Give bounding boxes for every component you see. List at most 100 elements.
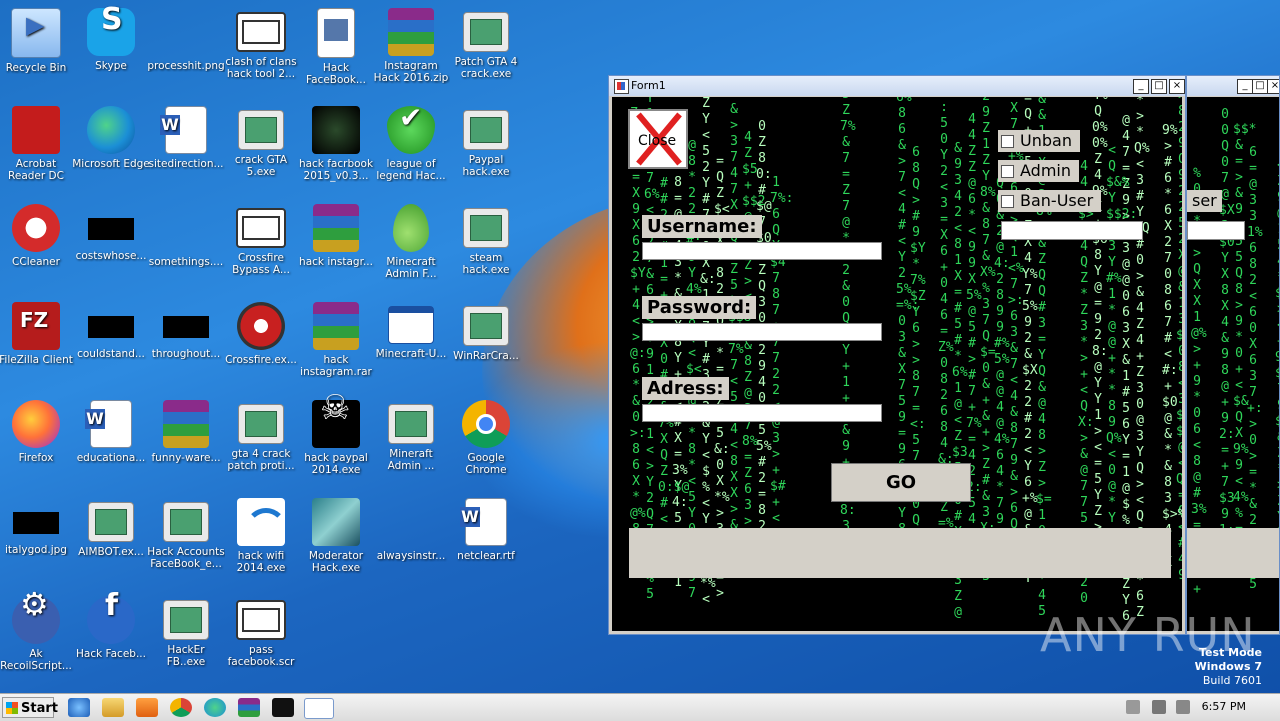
- maximize-button[interactable]: □: [1151, 79, 1167, 94]
- unban-label: Unban: [1020, 131, 1072, 150]
- desktop-icon[interactable]: funny-ware...: [147, 394, 225, 490]
- pirate-icon: [312, 400, 360, 448]
- desktop-icon[interactable]: hack wifi 2014.exe: [222, 492, 300, 588]
- matrix-column: $$*&=>&9=55Q8>9*0+<$&QX9%9<4%%=<&: [1233, 122, 1257, 569]
- desktop-icon[interactable]: couldstand...: [72, 296, 150, 392]
- desktop-icon[interactable]: Ak RecoilScript...: [0, 590, 75, 686]
- crossfire-icon: [237, 302, 285, 350]
- checkbox-box[interactable]: [1001, 165, 1014, 178]
- window-icon: [236, 12, 286, 52]
- username-input[interactable]: [642, 242, 882, 260]
- acrobat-icon: [12, 106, 60, 154]
- desktop-icon[interactable]: Microsoft Edge: [72, 100, 150, 196]
- desktop-icon[interactable]: HackEr FB..exe: [147, 590, 225, 686]
- desktop-icon-label: WinRarCra...: [453, 350, 519, 362]
- checkbox-box[interactable]: [1001, 195, 1014, 208]
- desktop-icon[interactable]: Hack Accounts FaceBook_e...: [147, 492, 225, 588]
- desktop-icon[interactable]: hack instagr...: [297, 198, 375, 294]
- desktop-icon[interactable]: Minecraft-U...: [372, 296, 450, 392]
- desktop-icon[interactable]: Crossfire Bypass A...: [222, 198, 300, 294]
- title-bar[interactable]: _ □ ×: [1187, 76, 1279, 96]
- desktop-icon-label: AIMBOT.ex...: [78, 546, 144, 558]
- edge-icon[interactable]: [204, 698, 226, 717]
- desktop-icon-label: netclear.rtf: [457, 550, 515, 562]
- desktop-icon[interactable]: Patch GTA 4 crack.exe: [447, 2, 525, 98]
- ban-user-checkbox[interactable]: Ban-User: [998, 190, 1102, 212]
- desktop-icon[interactable]: Recycle Bin: [0, 2, 75, 98]
- action-center-flag-icon[interactable]: [1176, 700, 1190, 714]
- desktop-icon[interactable]: FileZilla Client: [0, 296, 75, 392]
- desktop-icon[interactable]: Skype: [72, 2, 150, 98]
- desktop-icon[interactable]: crack GTA 5.exe: [222, 100, 300, 196]
- desktop-icon[interactable]: gta 4 crack patch proti...: [222, 394, 300, 490]
- desktop-icon[interactable]: AIMBOT.ex...: [72, 492, 150, 588]
- desktop-icon[interactable]: Minecraft Admin F...: [372, 198, 450, 294]
- desktop-icon[interactable]: hack facrbook 2015_v0.3...: [297, 100, 375, 196]
- password-input[interactable]: [642, 323, 882, 341]
- admin-checkbox[interactable]: Admin: [998, 160, 1079, 182]
- desktop-icon[interactable]: Acrobat Reader DC: [0, 100, 75, 196]
- minimize-button[interactable]: _: [1133, 79, 1149, 94]
- desktop-icon[interactable]: Hack Faceb...: [72, 590, 150, 686]
- matrix-column: Z:4*2=X9X62$Y+4<>@:6*&0>:86X*@%86=: [630, 106, 646, 569]
- maximize-button[interactable]: □: [1252, 79, 1268, 94]
- desktop-icon[interactable]: somethings....: [147, 198, 225, 294]
- desktop-icon[interactable]: costswhose...: [72, 198, 150, 294]
- winrar-icon: [313, 302, 359, 350]
- desktop-icon[interactable]: clash of clans hack tool 2...: [222, 2, 300, 98]
- ie-icon[interactable]: [68, 698, 90, 717]
- form1-taskbar-button[interactable]: [304, 698, 334, 719]
- desktop-icon-label: Recycle Bin: [5, 62, 67, 74]
- pirate-icon[interactable]: [272, 698, 294, 717]
- desktop-icon[interactable]: league of legend Hac...: [372, 100, 450, 196]
- volume-icon[interactable]: [1126, 700, 1140, 714]
- desktop-icon[interactable]: Mineraft Admin ...: [372, 394, 450, 490]
- desktop-icon-label: steam hack.exe: [462, 252, 510, 276]
- exe-icon: [463, 306, 509, 346]
- matrix-column: 9%>#6*6X270867#<#:+$0@&*&83$>%43X: [1162, 123, 1182, 570]
- start-button[interactable]: Start: [2, 697, 58, 718]
- unban-checkbox[interactable]: Unban: [998, 130, 1080, 152]
- desktop-icon[interactable]: Paypal hack.exe: [447, 100, 525, 196]
- desktop-icon[interactable]: Hack FaceBook...: [297, 2, 375, 98]
- desktop-icon[interactable]: italygod.jpg: [0, 492, 75, 588]
- desktop-icon[interactable]: CCleaner: [0, 198, 75, 294]
- winrar-icon[interactable]: [238, 698, 260, 717]
- password-label: Password:: [642, 296, 757, 319]
- chrome-icon[interactable]: [170, 698, 192, 717]
- target-user-input[interactable]: [1001, 221, 1143, 240]
- desktop-icon-label: Crossfire.ex...: [225, 354, 297, 366]
- close-window-button[interactable]: ×: [1169, 79, 1185, 94]
- checkbox-box[interactable]: [1001, 135, 1014, 148]
- desktop-icon[interactable]: educationa...: [72, 394, 150, 490]
- title-bar[interactable]: Form1 _ □ ×: [609, 76, 1185, 96]
- desktop-icon[interactable]: processhit.png: [147, 2, 225, 98]
- desktop-icon[interactable]: netclear.rtf: [447, 492, 525, 588]
- desktop-icon[interactable]: Google Chrome: [447, 394, 525, 490]
- network-icon[interactable]: [1152, 700, 1166, 714]
- clock[interactable]: 6:57 PM: [1202, 700, 1246, 713]
- desktop-icon[interactable]: hack instagram.rar: [297, 296, 375, 392]
- media-player-icon[interactable]: [136, 698, 158, 717]
- address-input[interactable]: [642, 404, 882, 422]
- desktop-icon[interactable]: alwaysinstr...: [372, 492, 450, 588]
- minimize-button[interactable]: _: [1237, 79, 1253, 94]
- close-window-button[interactable]: ×: [1267, 79, 1279, 94]
- go-button[interactable]: GO: [831, 463, 971, 502]
- desktop-icon[interactable]: hack paypal 2014.exe: [297, 394, 375, 490]
- desktop-icon[interactable]: Firefox: [0, 394, 75, 490]
- desktop-icon[interactable]: Moderator Hack.exe: [297, 492, 375, 588]
- desktop-icon[interactable]: throughout...: [147, 296, 225, 392]
- partial-input[interactable]: [1187, 221, 1245, 240]
- desktop-icon[interactable]: Crossfire.ex...: [222, 296, 300, 392]
- close-button[interactable]: Close: [628, 109, 688, 169]
- form1-window-duplicate[interactable]: _ □ × <Z9@154*$>><+9%$779$1&Z*>ZY36@ 6=@3…: [1186, 75, 1280, 635]
- desktop-icon[interactable]: pass facebook.scr: [222, 590, 300, 686]
- desktop-icon[interactable]: sitedirection...: [147, 100, 225, 196]
- desktop-icon[interactable]: steam hack.exe: [447, 198, 525, 294]
- form1-window[interactable]: Form1 _ □ × :>829Q92252X@&13$708<3$8$#@<…: [608, 75, 1186, 635]
- desktop-icon[interactable]: WinRarCra...: [447, 296, 525, 392]
- explorer-icon[interactable]: [102, 698, 124, 717]
- desktop-icon[interactable]: Instagram Hack 2016.zip: [372, 2, 450, 98]
- status-panel: [1187, 528, 1279, 578]
